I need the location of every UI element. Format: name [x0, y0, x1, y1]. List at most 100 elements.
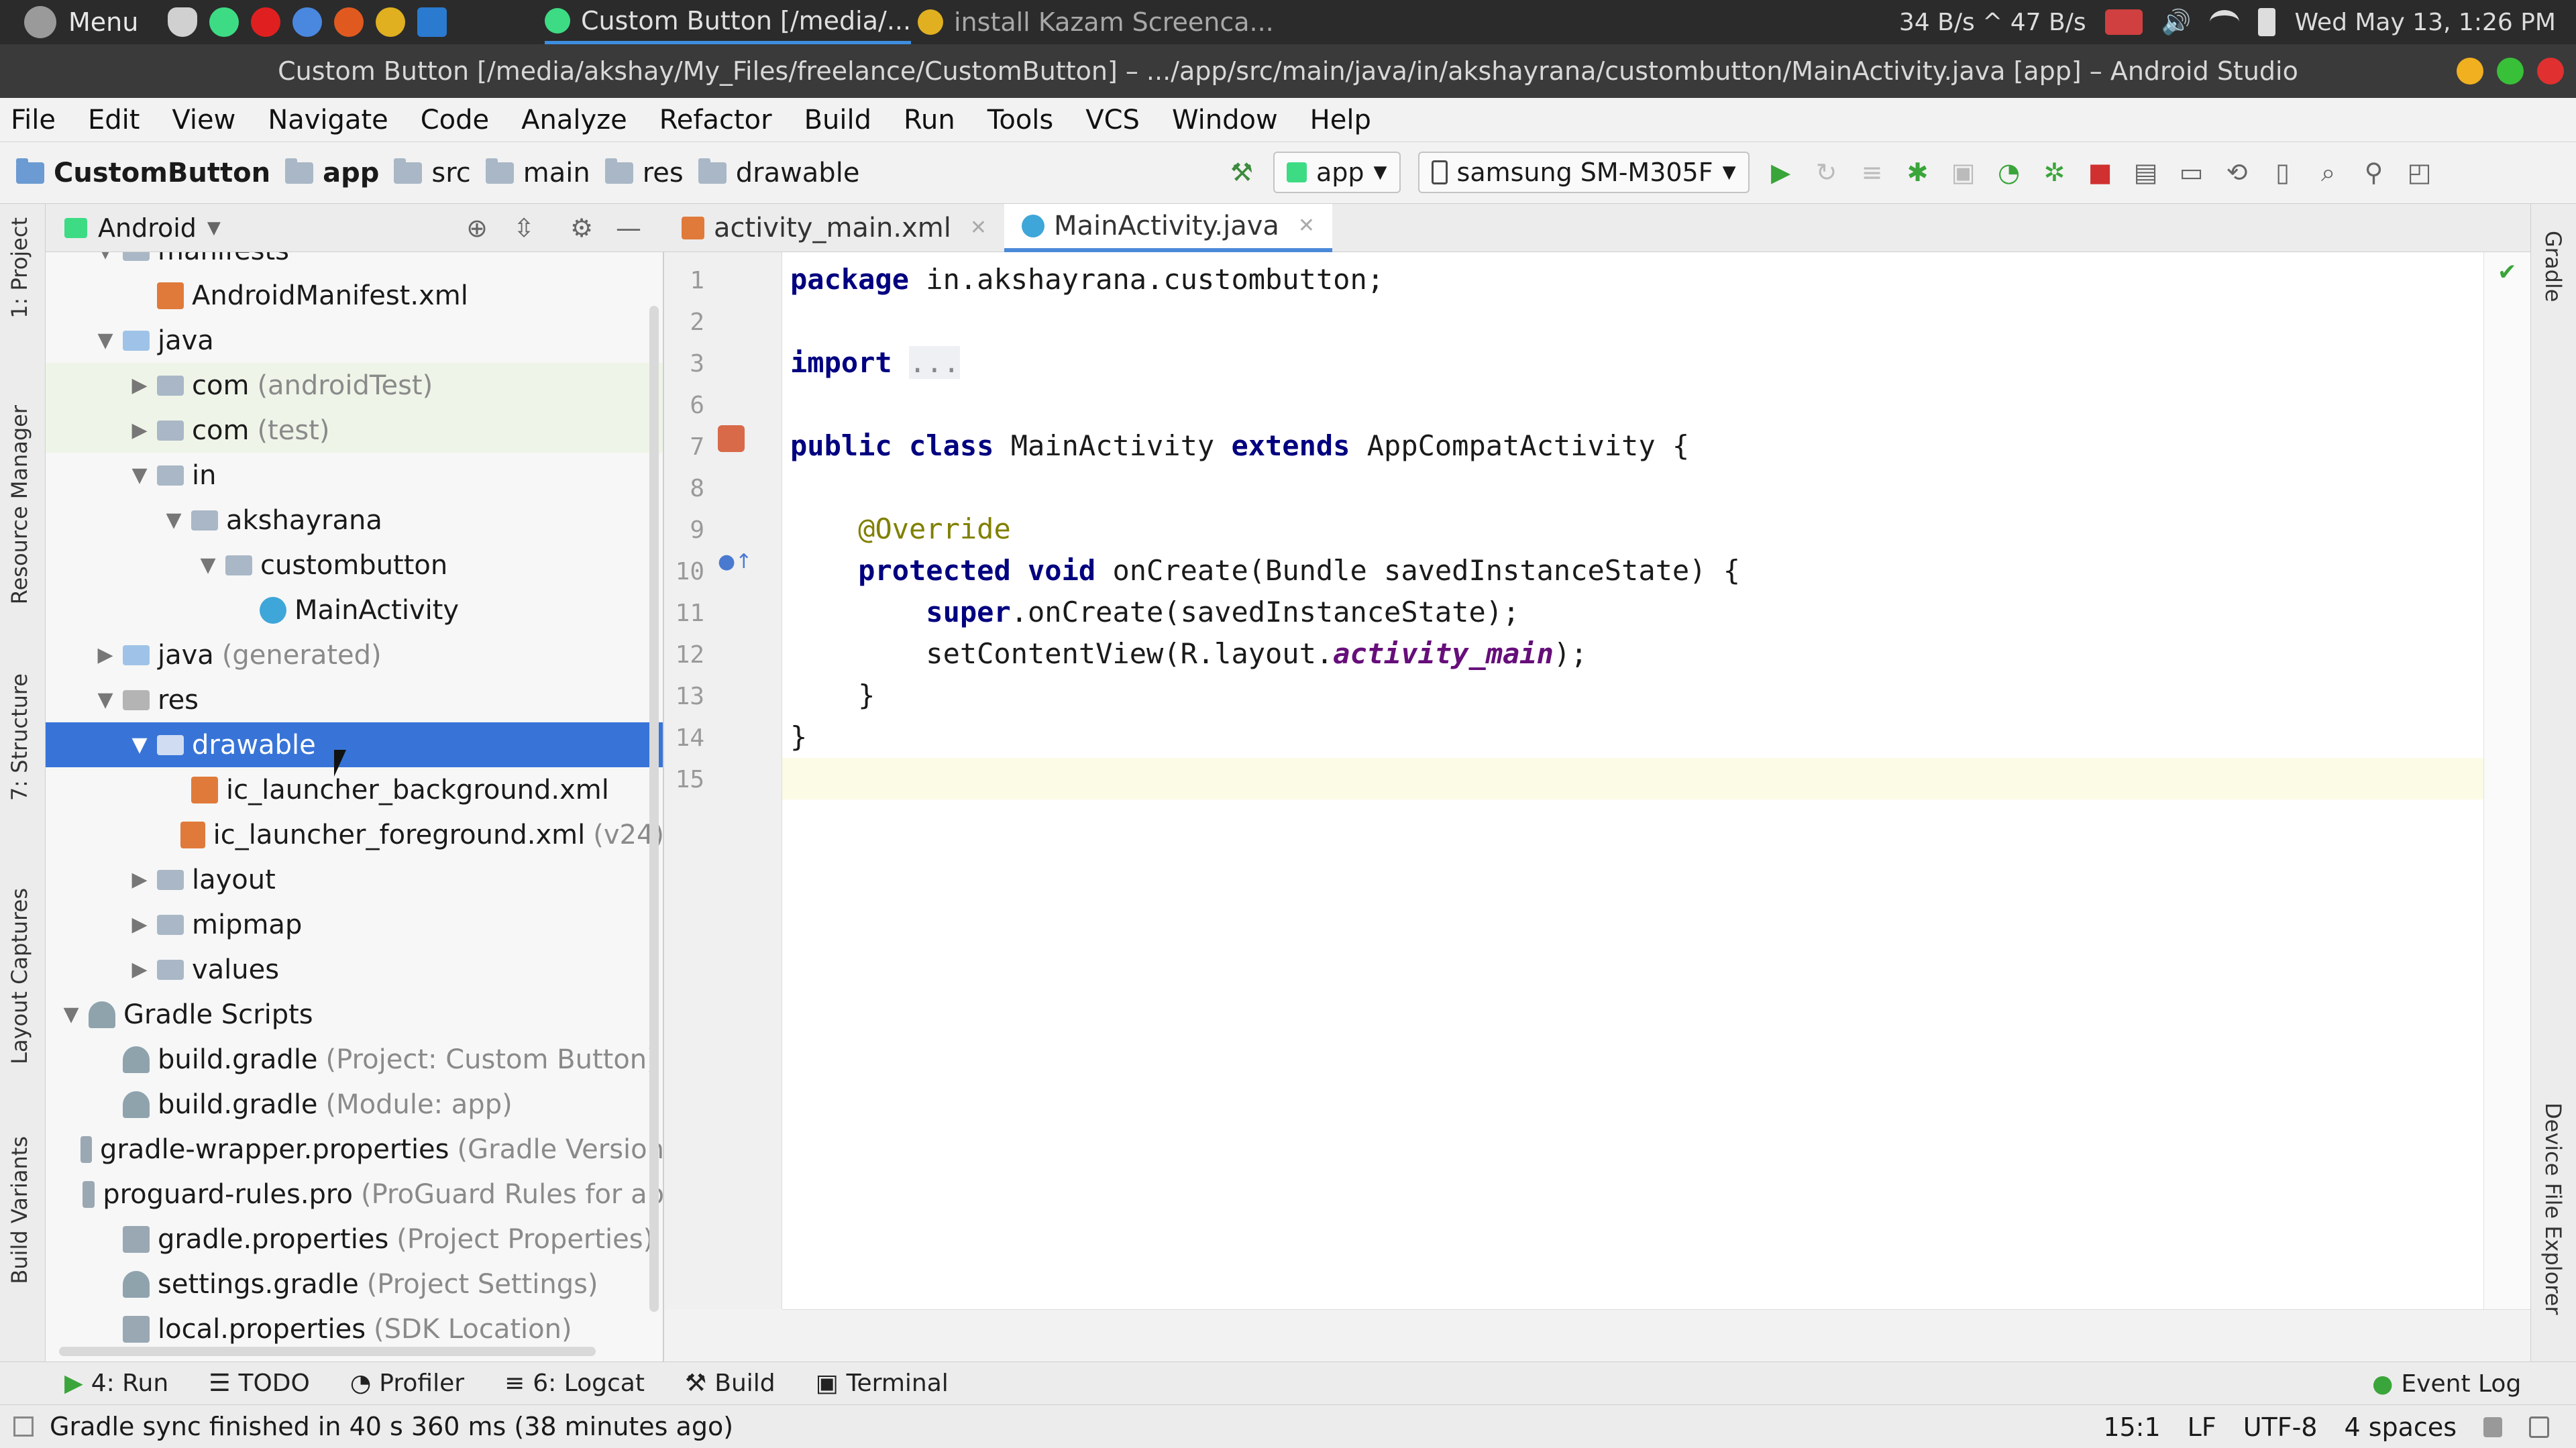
collapse-arrow-icon[interactable]: ▶ [127, 868, 152, 891]
code-line[interactable]: } [790, 675, 875, 716]
build-variants-tab[interactable]: Build Variants [7, 1136, 32, 1284]
gear-icon[interactable]: ⚙ [568, 213, 596, 243]
close-tab-icon[interactable]: ✕ [970, 216, 987, 239]
logcat-tool-button[interactable]: ≡ 6: Logcat [504, 1370, 645, 1397]
menu-vcs[interactable]: VCS [1085, 105, 1140, 135]
layout-inspector-icon[interactable]: ⌕ [2314, 158, 2343, 187]
tree-node[interactable]: ▶ mipmap [46, 902, 663, 947]
expand-arrow-icon[interactable]: ▼ [93, 688, 117, 712]
toggle-tool-windows-icon[interactable] [13, 1416, 34, 1437]
attach-debugger-icon[interactable]: ✲ [2041, 158, 2069, 187]
menu-help[interactable]: Help [1310, 105, 1371, 135]
expand-arrow-icon[interactable]: ▼ [127, 733, 152, 757]
opera-icon[interactable] [251, 7, 280, 37]
line-separator[interactable]: LF [2188, 1412, 2216, 1442]
project-view-select[interactable]: Android [98, 213, 197, 243]
apply-changes-icon[interactable]: ↻ [1813, 158, 1841, 187]
debug-icon[interactable]: ✱ [1904, 158, 1932, 187]
tree-node[interactable]: ▶ values [46, 947, 663, 992]
apply-code-changes-icon[interactable]: ≡ [1858, 158, 1886, 187]
tree-node[interactable]: ▼ drawable [46, 722, 663, 767]
tree-node[interactable]: ▼ java [46, 318, 663, 363]
collapse-arrow-icon[interactable]: ▶ [127, 419, 152, 442]
avd-manager-icon[interactable]: ▭ [2178, 158, 2206, 187]
expand-arrow-icon[interactable]: ▼ [93, 329, 117, 352]
search-icon[interactable]: ⚲ [2360, 158, 2388, 187]
breadcrumb-drawable[interactable]: drawable [698, 158, 859, 188]
code-line[interactable]: public class MainActivity extends AppCom… [790, 425, 1689, 467]
activity-gutter-icon[interactable] [718, 425, 745, 452]
caret-position[interactable]: 15:1 [2103, 1412, 2160, 1442]
project-tool-tab[interactable]: 1: Project [7, 217, 32, 319]
menu-run[interactable]: Run [904, 105, 955, 135]
menu-window[interactable]: Window [1172, 105, 1278, 135]
breadcrumb-module[interactable]: app [285, 158, 379, 188]
code-line[interactable] [782, 758, 2483, 799]
expand-arrow-icon[interactable]: ▼ [127, 463, 152, 487]
maximize-button[interactable] [2497, 58, 2524, 85]
code-line[interactable]: } [790, 716, 807, 758]
vscode-icon[interactable] [417, 7, 447, 37]
editor-horizontal-scrollbar[interactable] [782, 1309, 2530, 1361]
device-manager-icon[interactable]: ▯ [2269, 158, 2297, 187]
menu-tools[interactable]: Tools [987, 105, 1054, 135]
tree-node[interactable]: AndroidManifest.xml [46, 273, 663, 318]
breadcrumb-src[interactable]: src [394, 158, 471, 188]
stop-icon[interactable]: ■ [2086, 158, 2114, 187]
tree-node[interactable]: ▶ com (test) [46, 408, 663, 453]
collapse-arrow-icon[interactable]: ▶ [127, 913, 152, 936]
hide-panel-icon[interactable]: — [614, 213, 643, 243]
recording-icon[interactable] [2104, 9, 2143, 35]
override-method-icon[interactable]: ●↑ [718, 549, 752, 575]
menu-code[interactable]: Code [421, 105, 489, 135]
menu-refactor[interactable]: Refactor [659, 105, 772, 135]
profile-icon[interactable]: ◔ [1995, 158, 2023, 187]
menu-edit[interactable]: Edit [88, 105, 140, 135]
tree-node[interactable]: build.gradle (Project: Custom Button) [46, 1037, 663, 1082]
menu-build[interactable]: Build [804, 105, 871, 135]
tree-node[interactable]: MainActivity [46, 588, 663, 632]
collapse-all-icon[interactable]: ⇳ [510, 213, 538, 243]
more-tools-icon[interactable]: ◰ [2406, 158, 2434, 187]
profiler-tool-button[interactable]: ◔ Profiler [350, 1370, 464, 1397]
editor-vertical-scrollbar[interactable]: ✔ [2483, 252, 2530, 1309]
expand-arrow-icon[interactable]: ▼ [196, 553, 220, 577]
indent-setting[interactable]: 4 spaces [2344, 1412, 2457, 1442]
breadcrumb-res[interactable]: res [604, 158, 684, 188]
tree-node[interactable]: local.properties (SDK Location) [46, 1306, 663, 1351]
chevron-down-icon[interactable]: ▼ [207, 218, 221, 238]
resource-manager-tab[interactable]: Resource Manager [7, 405, 32, 604]
tree-node[interactable]: ▼ akshayrana [46, 498, 663, 543]
code-line[interactable]: super.onCreate(savedInstanceState); [790, 592, 1519, 633]
tree-node[interactable]: ▶ com (androidTest) [46, 363, 663, 408]
firefox-icon[interactable] [334, 7, 364, 37]
breadcrumb-project[interactable]: CustomButton [16, 158, 270, 188]
device-select[interactable]: samsung SM-M305F ▼ [1417, 152, 1750, 193]
menu-file[interactable]: File [11, 105, 56, 135]
sdk-manager-icon[interactable]: ⟲ [2223, 158, 2251, 187]
make-project-icon[interactable]: ⚒ [1228, 158, 1256, 187]
collapse-arrow-icon[interactable]: ▶ [93, 643, 117, 667]
layout-captures-tab[interactable]: Layout Captures [7, 888, 32, 1064]
tree-node[interactable]: ic_launcher_background.xml [46, 767, 663, 812]
volume-icon[interactable]: 🔊 [2161, 8, 2192, 36]
tree-node[interactable]: ic_launcher_foreground.xml (v24) [46, 812, 663, 857]
start-menu-button[interactable]: Menu [24, 0, 138, 44]
browser-icon[interactable] [292, 7, 322, 37]
code-line[interactable]: import ... [790, 342, 960, 384]
code-line[interactable]: @Override [790, 508, 1011, 550]
tree-node[interactable]: ▼ custombutton [46, 543, 663, 588]
task-android-studio[interactable]: Custom Button [/media/... [545, 0, 912, 44]
expand-arrow-icon[interactable]: ▼ [162, 508, 186, 532]
todo-tool-button[interactable]: ☰ TODO [209, 1370, 310, 1397]
chrome-icon[interactable] [376, 7, 405, 37]
code-line[interactable]: protected void onCreate(Bundle savedInst… [790, 550, 1740, 592]
tree-node[interactable]: ▶ layout [46, 857, 663, 902]
event-log-button[interactable]: ● Event Log [2372, 1370, 2521, 1398]
tab-main-activity-java[interactable]: MainActivity.java ✕ [1004, 203, 1333, 252]
gradle-tool-tab[interactable]: Gradle [2540, 231, 2566, 302]
code-line[interactable]: setContentView(R.layout.activity_main); [790, 633, 1587, 675]
android-studio-icon[interactable] [209, 7, 239, 37]
sync-project-icon[interactable]: ▤ [2132, 158, 2160, 187]
menu-navigate[interactable]: Navigate [268, 105, 388, 135]
